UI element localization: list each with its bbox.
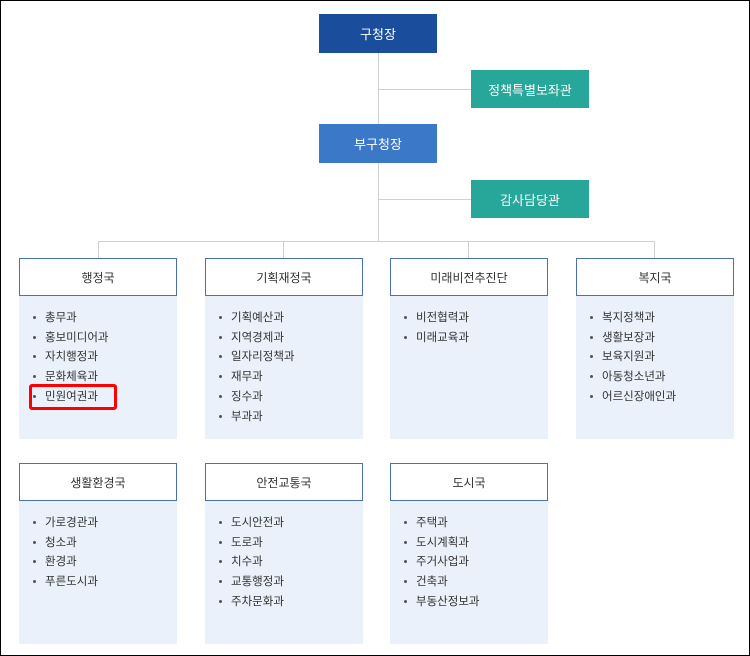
department-body: 비전협력과 미래교육과 <box>390 296 548 439</box>
division-item[interactable]: 주차문화과 <box>217 592 363 612</box>
division-item[interactable]: 도시계획과 <box>402 533 548 553</box>
division-item[interactable]: 푸른도시과 <box>31 572 177 592</box>
department-card: 복지국 복지정책과 생활보장과 보육지원과 아동청소년과 어르신장애인과 <box>576 258 734 439</box>
connector-audit <box>378 199 471 200</box>
division-item[interactable]: 총무과 <box>31 308 177 328</box>
audit-box[interactable]: 감사담당관 <box>471 180 589 218</box>
department-header[interactable]: 생활환경국 <box>19 463 177 501</box>
department-header[interactable]: 도시국 <box>390 463 548 501</box>
department-card: 도시국 주택과 도시계획과 주거사업과 건축과 부동산정보과 <box>390 463 548 644</box>
department-name: 안전교통국 <box>256 475 312 490</box>
division-item[interactable]: 자치행정과 <box>31 347 177 367</box>
division-item[interactable]: 치수과 <box>217 552 363 572</box>
division-item[interactable]: 미래교육과 <box>402 328 548 348</box>
division-item[interactable]: 교통행정과 <box>217 572 363 592</box>
department-name: 복지국 <box>638 270 672 285</box>
division-item[interactable]: 홍보미디어과 <box>31 328 177 348</box>
department-header[interactable]: 미래비전추진단 <box>390 258 548 296</box>
division-item[interactable]: 건축과 <box>402 572 548 592</box>
connector-drop-1 <box>98 241 99 258</box>
connector-drop-4 <box>654 241 655 258</box>
department-name: 미래비전추진단 <box>430 270 508 285</box>
connector-drop-3 <box>468 241 469 258</box>
division-item[interactable]: 생활보장과 <box>588 328 734 348</box>
mayor-label: 구청장 <box>360 28 396 43</box>
division-item[interactable]: 재무과 <box>217 367 363 387</box>
division-item[interactable]: 징수과 <box>217 387 363 407</box>
deputy-mayor-label: 부구청장 <box>354 138 402 153</box>
division-item[interactable]: 가로경관과 <box>31 513 177 533</box>
division-item[interactable]: 비전협력과 <box>402 308 548 328</box>
division-item[interactable]: 도로과 <box>217 533 363 553</box>
department-body: 주택과 도시계획과 주거사업과 건축과 부동산정보과 <box>390 501 548 644</box>
division-item[interactable]: 복지정책과 <box>588 308 734 328</box>
division-item[interactable]: 주거사업과 <box>402 552 548 572</box>
department-body: 복지정책과 생활보장과 보육지원과 아동청소년과 어르신장애인과 <box>576 296 734 439</box>
department-card: 행정국 총무과 홍보미디어과 자치행정과 문화체육과 민원여권과 <box>19 258 177 439</box>
division-item[interactable]: 도시안전과 <box>217 513 363 533</box>
connector-horizontal <box>98 241 654 242</box>
policy-advisor-label: 정책특별보좌관 <box>488 83 572 99</box>
department-header[interactable]: 행정국 <box>19 258 177 296</box>
division-item[interactable]: 주택과 <box>402 513 548 533</box>
department-name: 생활환경국 <box>70 475 126 490</box>
department-name: 도시국 <box>452 475 486 490</box>
department-body: 도시안전과 도로과 치수과 교통행정과 주차문화과 <box>205 501 363 644</box>
division-item[interactable]: 일자리정책과 <box>217 347 363 367</box>
connector-drop-2 <box>283 241 284 258</box>
division-item[interactable]: 어르신장애인과 <box>588 387 734 407</box>
department-body: 가로경관과 청소과 환경과 푸른도시과 <box>19 501 177 644</box>
department-name: 기획재정국 <box>256 270 312 285</box>
department-card: 안전교통국 도시안전과 도로과 치수과 교통행정과 주차문화과 <box>205 463 363 644</box>
department-card: 기획재정국 기획예산과 지역경제과 일자리정책과 재무과 징수과 부과과 <box>205 258 363 439</box>
highlight-box <box>29 384 117 410</box>
division-item[interactable]: 보육지원과 <box>588 347 734 367</box>
department-card: 미래비전추진단 비전협력과 미래교육과 <box>390 258 548 439</box>
connector-advisor <box>378 89 471 90</box>
department-header[interactable]: 복지국 <box>576 258 734 296</box>
division-item[interactable]: 환경과 <box>31 552 177 572</box>
department-body: 기획예산과 지역경제과 일자리정책과 재무과 징수과 부과과 <box>205 296 363 439</box>
division-item[interactable]: 부과과 <box>217 407 363 427</box>
division-item[interactable]: 아동청소년과 <box>588 367 734 387</box>
department-card: 생활환경국 가로경관과 청소과 환경과 푸른도시과 <box>19 463 177 644</box>
deputy-mayor-box[interactable]: 부구청장 <box>319 124 437 163</box>
department-header[interactable]: 기획재정국 <box>205 258 363 296</box>
mayor-box[interactable]: 구청장 <box>319 14 437 53</box>
division-item[interactable]: 부동산정보과 <box>402 592 548 612</box>
division-item[interactable]: 기획예산과 <box>217 308 363 328</box>
division-item[interactable]: 지역경제과 <box>217 328 363 348</box>
department-header[interactable]: 안전교통국 <box>205 463 363 501</box>
division-item[interactable]: 청소과 <box>31 533 177 553</box>
department-body: 총무과 홍보미디어과 자치행정과 문화체육과 민원여권과 <box>19 296 177 439</box>
org-chart: 구청장 정책특별보좌관 부구청장 감사담당관 행정국 총무과 홍보미디어과 자치… <box>0 0 750 656</box>
policy-advisor-box[interactable]: 정책특별보좌관 <box>471 70 589 108</box>
department-name: 행정국 <box>81 270 115 285</box>
audit-label: 감사담당관 <box>500 193 560 209</box>
